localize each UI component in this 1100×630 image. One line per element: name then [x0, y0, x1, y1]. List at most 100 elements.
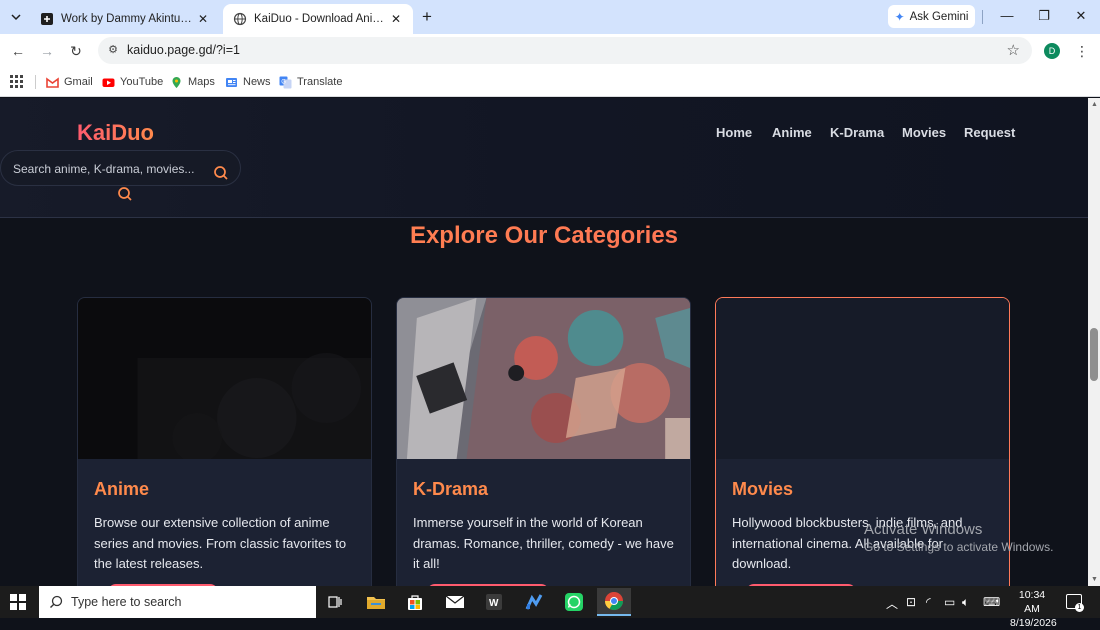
- tab-strip: Work by Dammy Akintunde ✕ KaiDuo - Downl…: [0, 0, 1100, 34]
- whatsapp-icon[interactable]: [562, 590, 586, 614]
- tab-search-button[interactable]: [6, 7, 26, 27]
- activate-windows-watermark: Activate Windows Go to Settings to activ…: [864, 521, 1053, 554]
- bookmark-youtube[interactable]: YouTube: [102, 74, 163, 90]
- bookmark-label: YouTube: [120, 76, 164, 88]
- tab-kaiduo[interactable]: KaiDuo - Download Anime, K-Drama ✕: [223, 4, 413, 34]
- chart-app-icon[interactable]: [522, 590, 546, 614]
- nav-request[interactable]: Request: [964, 125, 1015, 140]
- section-title: Explore Our Categories: [0, 222, 1088, 250]
- category-card-kdrama[interactable]: K-Drama Immerse yourself in the world of…: [396, 297, 691, 586]
- back-icon[interactable]: ←: [9, 42, 27, 60]
- chevron-down-icon: [11, 14, 21, 21]
- bookmark-star-icon[interactable]: ☆: [1007, 41, 1020, 59]
- card-description: Browse our extensive collection of anime…: [94, 515, 347, 571]
- bookmark-label: Maps: [188, 76, 215, 88]
- close-tab-icon[interactable]: ✕: [389, 12, 403, 26]
- task-view-icon[interactable]: [323, 590, 347, 614]
- clock-date: 8/19/2026: [1010, 617, 1057, 629]
- bookmark-maps[interactable]: Maps: [170, 74, 215, 90]
- scroll-up-icon[interactable]: ▲: [1091, 101, 1098, 108]
- file-explorer-icon[interactable]: [364, 590, 388, 614]
- scrollbar-thumb[interactable]: [1090, 328, 1098, 381]
- divider: [982, 10, 983, 24]
- search-icon[interactable]: [213, 165, 229, 181]
- bookmark-label: News: [243, 76, 271, 88]
- svg-text:W: W: [489, 598, 499, 609]
- search-icon: [50, 595, 63, 608]
- taskbar-search[interactable]: Type here to search: [39, 586, 316, 618]
- category-card-anime[interactable]: Anime Browse our extensive collection of…: [77, 297, 372, 586]
- bookmark-label: Gmail: [64, 76, 93, 88]
- word-app-icon[interactable]: W: [482, 590, 506, 614]
- reload-icon[interactable]: ↻: [67, 42, 85, 60]
- close-window-icon[interactable]: ✕: [1073, 8, 1089, 24]
- card-title: Movies: [732, 479, 794, 499]
- card-description: Immerse yourself in the world of Korean …: [413, 515, 674, 571]
- taskbar-search-placeholder: Type here to search: [71, 595, 182, 609]
- news-icon: [226, 77, 237, 87]
- system-clock[interactable]: 10:34 AM 8/19/2026: [1010, 588, 1057, 630]
- close-tab-icon[interactable]: ✕: [196, 12, 210, 26]
- tab-work-by-dammy[interactable]: Work by Dammy Akintunde ✕: [30, 4, 220, 34]
- site-header: KaiDuo Home Anime K-Drama Movies Request: [0, 98, 1088, 218]
- ask-gemini-button[interactable]: ✦ Ask Gemini: [888, 5, 975, 28]
- movies-card-image: [716, 298, 1009, 459]
- chrome-icon[interactable]: [597, 588, 631, 616]
- profile-avatar[interactable]: D: [1044, 43, 1060, 59]
- windows-start-icon[interactable]: [10, 594, 26, 610]
- keyboard-icon[interactable]: ⌨: [983, 595, 1000, 609]
- webpage: KaiDuo Home Anime K-Drama Movies Request…: [0, 98, 1088, 586]
- url-text[interactable]: kaiduo.page.gd/?i=1: [127, 43, 240, 57]
- more-menu-icon[interactable]: ⋮: [1075, 42, 1089, 60]
- microsoft-store-icon[interactable]: [403, 590, 427, 614]
- bookmark-translate[interactable]: G Translate: [279, 74, 342, 90]
- anime-card-image: [78, 298, 371, 459]
- mail-icon[interactable]: [443, 590, 467, 614]
- maps-icon: [172, 76, 181, 88]
- notification-count-badge: 1: [1075, 603, 1084, 612]
- show-hidden-icons-icon[interactable]: ︿: [886, 595, 898, 612]
- minimize-icon[interactable]: —: [999, 8, 1015, 24]
- youtube-icon: [102, 78, 115, 87]
- meet-now-icon[interactable]: ⊡: [906, 595, 916, 609]
- divider: [35, 75, 36, 89]
- new-tab-button[interactable]: +: [418, 8, 436, 26]
- site-favicon-icon: [41, 13, 53, 25]
- tab-label: Work by Dammy Akintunde: [61, 13, 192, 25]
- apps-grid-icon[interactable]: [10, 75, 23, 88]
- nav-anime[interactable]: Anime: [772, 125, 812, 140]
- bookmark-news[interactable]: News: [225, 74, 271, 90]
- bookmarks-bar: Gmail YouTube Maps News G Translate: [0, 67, 1100, 97]
- bookmark-label: Translate: [297, 76, 343, 88]
- kdrama-card-image: [397, 298, 690, 459]
- search-bar: [0, 150, 241, 186]
- scroll-down-icon[interactable]: ▼: [1091, 576, 1098, 583]
- clock-time: 10:34 AM: [1018, 589, 1046, 615]
- restore-icon[interactable]: ❐: [1036, 8, 1052, 24]
- bookmark-gmail[interactable]: Gmail: [46, 74, 93, 90]
- nav-movies[interactable]: Movies: [902, 125, 946, 140]
- translate-icon: G: [279, 76, 292, 88]
- notification-center-icon[interactable]: 1: [1066, 594, 1084, 612]
- forward-icon[interactable]: →: [38, 42, 56, 60]
- nav-kdrama[interactable]: K-Drama: [830, 125, 884, 140]
- wifi-icon[interactable]: ◜: [926, 595, 931, 609]
- nav-home[interactable]: Home: [716, 125, 752, 140]
- search-icon[interactable]: [117, 186, 133, 202]
- gmail-icon: [46, 76, 59, 88]
- search-input[interactable]: [13, 161, 203, 177]
- site-logo[interactable]: KaiDuo: [77, 120, 154, 146]
- ask-gemini-label: Ask Gemini: [909, 10, 969, 23]
- address-bar[interactable]: ⚙ kaiduo.page.gd/?i=1 ☆: [98, 37, 1032, 64]
- tab-label: KaiDuo - Download Anime, K-Drama: [254, 13, 385, 25]
- site-info-icon[interactable]: ⚙: [106, 43, 120, 57]
- card-title: K-Drama: [413, 479, 489, 499]
- globe-icon: [233, 12, 247, 26]
- watermark-subtitle: Go to Settings to activate Windows.: [864, 540, 1054, 554]
- page-scrollbar[interactable]: ▲ ▼: [1088, 98, 1100, 586]
- card-title: Anime: [94, 479, 150, 499]
- volume-icon[interactable]: 🔈︎: [962, 595, 969, 610]
- browser-toolbar: ← → ↻ ⚙ kaiduo.page.gd/?i=1 ☆ D ⋮: [0, 34, 1100, 67]
- taskbar: Type here to search W ︿ ⊡ ◜ ▭ 🔈︎ ⌨ 10:34…: [0, 586, 1100, 629]
- battery-icon[interactable]: ▭: [944, 595, 955, 609]
